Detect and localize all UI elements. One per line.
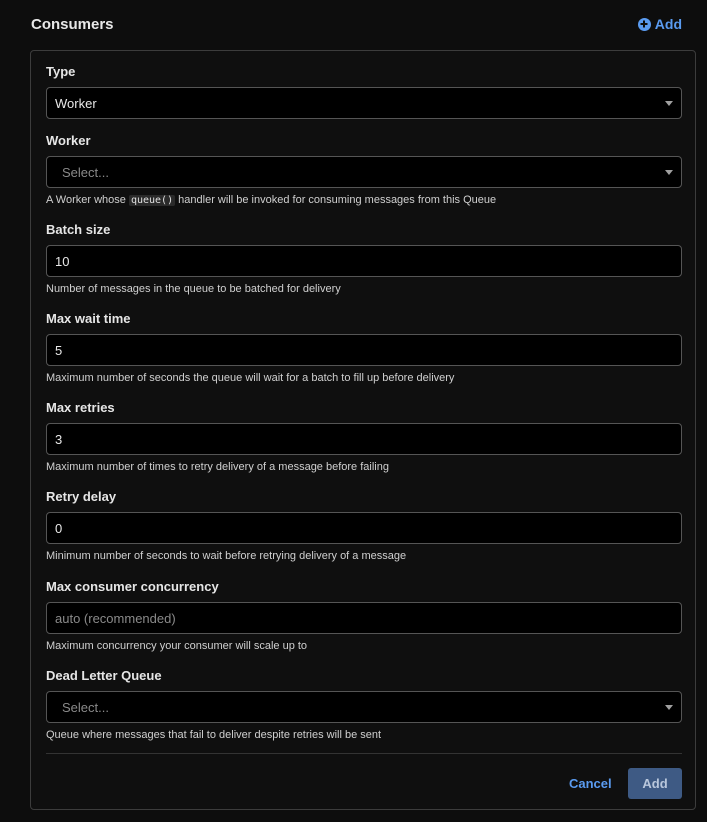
max-retries-help: Maximum number of times to retry deliver… — [46, 461, 389, 473]
max-wait-time-input[interactable]: 5 — [46, 334, 682, 366]
max-wait-time-value: 5 — [55, 342, 63, 358]
type-select[interactable]: Worker — [46, 87, 682, 119]
plus-circle-icon — [637, 17, 651, 31]
dead-letter-queue-select[interactable]: Select... — [46, 691, 682, 723]
type-label: Type — [46, 64, 76, 79]
batch-size-help: Number of messages in the queue to be ba… — [46, 283, 341, 295]
max-concurrency-input[interactable]: auto (recommended) — [46, 602, 682, 634]
retry-delay-input[interactable]: 0 — [46, 512, 682, 544]
max-retries-field: Max retries 3 Maximum number of times to… — [46, 400, 682, 474]
worker-help-prefix: A Worker whose — [46, 194, 126, 206]
queue-handler-code: queue() — [128, 195, 176, 206]
retry-delay-help: Minimum number of seconds to wait before… — [46, 550, 407, 562]
max-wait-time-help: Maximum number of seconds the queue will… — [46, 372, 455, 384]
max-concurrency-label: Max consumer concurrency — [46, 579, 219, 594]
add-button[interactable]: Add — [628, 768, 682, 799]
consumer-form-card: Type Worker Worker Select... A Worker wh… — [30, 50, 696, 810]
batch-size-input[interactable]: 10 — [46, 245, 682, 277]
worker-placeholder: Select... — [62, 164, 109, 180]
batch-size-value: 10 — [55, 253, 70, 269]
max-wait-time-field: Max wait time 5 Maximum number of second… — [46, 311, 682, 385]
type-selected-value: Worker — [55, 95, 97, 111]
worker-help-suffix: handler will be invoked for consuming me… — [178, 194, 497, 206]
max-retries-input[interactable]: 3 — [46, 423, 682, 455]
worker-field: Worker Select... A Worker whose queue() … — [46, 133, 682, 208]
max-retries-label: Max retries — [46, 400, 115, 415]
dead-letter-queue-field: Dead Letter Queue Select... Queue where … — [46, 668, 682, 742]
dead-letter-queue-placeholder: Select... — [62, 699, 109, 715]
type-field: Type Worker — [46, 64, 682, 119]
dead-letter-queue-label: Dead Letter Queue — [46, 668, 162, 683]
worker-label: Worker — [46, 133, 91, 148]
cancel-button[interactable]: Cancel — [569, 776, 612, 791]
retry-delay-field: Retry delay 0 Minimum number of seconds … — [46, 489, 682, 563]
max-wait-time-label: Max wait time — [46, 311, 131, 326]
worker-select[interactable]: Select... — [46, 156, 682, 188]
retry-delay-value: 0 — [55, 520, 63, 536]
consumers-header: Consumers Add — [31, 15, 683, 37]
max-concurrency-help: Maximum concurrency your consumer will s… — [46, 640, 308, 652]
footer-divider — [46, 753, 682, 754]
worker-help: A Worker whose queue() handler will be i… — [46, 193, 682, 208]
batch-size-label: Batch size — [46, 222, 111, 237]
batch-size-field: Batch size 10 Number of messages in the … — [46, 222, 682, 296]
chevron-down-icon — [665, 705, 673, 710]
section-title: Consumers — [31, 16, 114, 33]
max-retries-value: 3 — [55, 431, 63, 447]
retry-delay-label: Retry delay — [46, 489, 117, 504]
chevron-down-icon — [665, 101, 673, 106]
dead-letter-queue-help: Queue where messages that fail to delive… — [46, 729, 382, 741]
max-concurrency-placeholder: auto (recommended) — [55, 610, 176, 626]
max-concurrency-field: Max consumer concurrency auto (recommend… — [46, 579, 682, 653]
add-consumer-label: Add — [654, 16, 682, 32]
chevron-down-icon — [665, 170, 673, 175]
add-consumer-button[interactable]: Add — [637, 16, 682, 32]
